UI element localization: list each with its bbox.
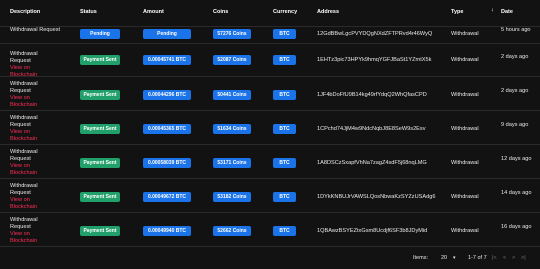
items-label: Items: (413, 255, 428, 261)
header-type[interactable]: Type (451, 9, 463, 15)
header-description[interactable]: Description (10, 9, 40, 15)
description-text: Withdrawal Request (10, 27, 61, 33)
view-on-blockchain-link[interactable]: View on Blockchain (10, 129, 54, 143)
status-badge: Pending (80, 29, 120, 39)
description-text: Withdrawal Request (10, 51, 38, 64)
date-text: 14 days ago (501, 190, 532, 196)
next-page-icon[interactable]: > (512, 255, 515, 261)
table-row: Withdrawal Request View on Blockchain Pa… (0, 213, 540, 247)
row-description: Withdrawal Request View on Blockchain (10, 51, 54, 79)
items-per-page-select[interactable]: 20 (441, 255, 447, 261)
row-description: Withdrawal Request View on Blockchain (10, 149, 54, 177)
header-date[interactable]: Date (501, 9, 513, 15)
row-description: Withdrawal Request View on Blockchain (10, 183, 54, 211)
currency-badge: BTC (273, 90, 296, 100)
row-description: Withdrawal Request View on Blockchain (10, 81, 54, 109)
amount-badge: Pending (143, 29, 191, 39)
header-status[interactable]: Status (80, 9, 97, 15)
date-text: 9 days ago (501, 122, 529, 128)
header-amount[interactable]: Amount (143, 9, 164, 15)
table-row: Withdrawal Request View on Blockchain Pa… (0, 77, 540, 111)
coins-badge: 51634 Coins (213, 124, 251, 134)
currency-badge: BTC (273, 124, 296, 134)
page-range: 1-7 of 7 (468, 255, 487, 261)
sort-desc-icon[interactable]: ↓ (491, 7, 494, 13)
address-text: 1JF4bDoFfU9B14kg49rfYdqQ2WhQfasCPD (317, 92, 427, 98)
description-text: Withdrawal Request (10, 183, 38, 196)
type-text: Withdrawal (451, 31, 479, 37)
currency-badge: BTC (273, 192, 296, 202)
status-badge: Payment Sent (80, 55, 120, 65)
amount-badge: 0.00049672 BTC (143, 192, 191, 202)
prev-page-icon[interactable]: < (503, 255, 506, 261)
coins-badge: 52087 Coins (213, 55, 251, 65)
currency-badge: BTC (273, 158, 296, 168)
table-row: Withdrawal Request Pending Pending 57276… (0, 26, 540, 44)
type-text: Withdrawal (451, 160, 479, 166)
currency-badge: BTC (273, 29, 296, 39)
coins-badge: 50441 Coins (213, 90, 251, 100)
type-text: Withdrawal (451, 126, 479, 132)
description-text: Withdrawal Request (10, 217, 38, 230)
type-text: Withdrawal (451, 92, 479, 98)
table-row: Withdrawal Request View on Blockchain Pa… (0, 179, 540, 213)
address-text: 1EHTz3pic73HPYk9hmqYGFJBaSt1YZmtX5k (317, 57, 432, 63)
header-address[interactable]: Address (317, 9, 339, 15)
date-text: 2 days ago (501, 88, 529, 94)
status-badge: Payment Sent (80, 192, 120, 202)
table-row: Withdrawal Request View on Blockchain Pa… (0, 145, 540, 179)
address-text: 1A8DSCzSxapfVhNa7zagZ4sdF5j68nqLMG (317, 160, 427, 166)
date-text: 12 days ago (501, 156, 532, 162)
address-text: 12GdBBwLgcPVYDQgNXdZFTPRvd4r46WyQ (317, 31, 433, 37)
coins-badge: 53182 Coins (213, 192, 251, 202)
header-coins[interactable]: Coins (213, 9, 228, 15)
description-text: Withdrawal Request (10, 115, 38, 128)
status-badge: Payment Sent (80, 124, 120, 134)
status-badge: Payment Sent (80, 158, 120, 168)
table-row: Withdrawal Request View on Blockchain Pa… (0, 44, 540, 79)
header-currency[interactable]: Currency (273, 9, 297, 15)
amount-badge: 0.00058039 BTC (143, 158, 191, 168)
type-text: Withdrawal (451, 194, 479, 200)
date-text: 5 hours ago (501, 27, 531, 33)
coins-badge: 57276 Coins (213, 29, 251, 39)
first-page-icon[interactable]: |< (492, 255, 497, 261)
address-text: 1DYkKNBUJrVAWSLQosNbwaKzSYZzUSAdg6 (317, 194, 436, 200)
coins-badge: 53171 Coins (213, 158, 251, 168)
description-text: Withdrawal Request (10, 81, 38, 94)
amount-badge: 0.00045741 BTC (143, 55, 191, 65)
row-description: Withdrawal Request View on Blockchain (10, 115, 54, 143)
row-description: Withdrawal Request (10, 27, 60, 34)
address-text: 1QBAwzBSYEZtxGsm8Ucdjf6SF3b8JDyMid (317, 228, 428, 234)
amount-badge: 0.00049940 BTC (143, 226, 191, 236)
table-header: Description Status Amount Coins Currency… (0, 0, 540, 27)
last-page-icon[interactable]: >| (521, 255, 526, 261)
type-text: Withdrawal (451, 228, 479, 234)
amount-badge: 0.00045365 BTC (143, 124, 191, 134)
row-description: Withdrawal Request View on Blockchain (10, 217, 54, 245)
chevron-down-icon[interactable]: ▾ (453, 255, 456, 261)
status-badge: Payment Sent (80, 90, 120, 100)
view-on-blockchain-link[interactable]: View on Blockchain (10, 163, 54, 177)
amount-badge: 0.00044296 BTC (143, 90, 191, 100)
withdrawals-table: Description Status Amount Coins Currency… (0, 0, 540, 269)
pagination-bar: Items: 20 ▾ 1-7 of 7 |< < > >| (0, 248, 540, 269)
description-text: Withdrawal Request (10, 149, 38, 162)
address-text: 1CPchd74JjM4w9NdcNqbJ8E8SeW9s2Esv (317, 126, 426, 132)
view-on-blockchain-link[interactable]: View on Blockchain (10, 197, 54, 211)
date-text: 2 days ago (501, 54, 529, 60)
type-text: Withdrawal (451, 57, 479, 63)
status-badge: Payment Sent (80, 226, 120, 236)
view-on-blockchain-link[interactable]: View on Blockchain (10, 95, 54, 109)
date-text: 16 days ago (501, 224, 532, 230)
currency-badge: BTC (273, 226, 296, 236)
table-row: Withdrawal Request View on Blockchain Pa… (0, 111, 540, 145)
view-on-blockchain-link[interactable]: View on Blockchain (10, 231, 54, 245)
currency-badge: BTC (273, 55, 296, 65)
coins-badge: 52662 Coins (213, 226, 251, 236)
